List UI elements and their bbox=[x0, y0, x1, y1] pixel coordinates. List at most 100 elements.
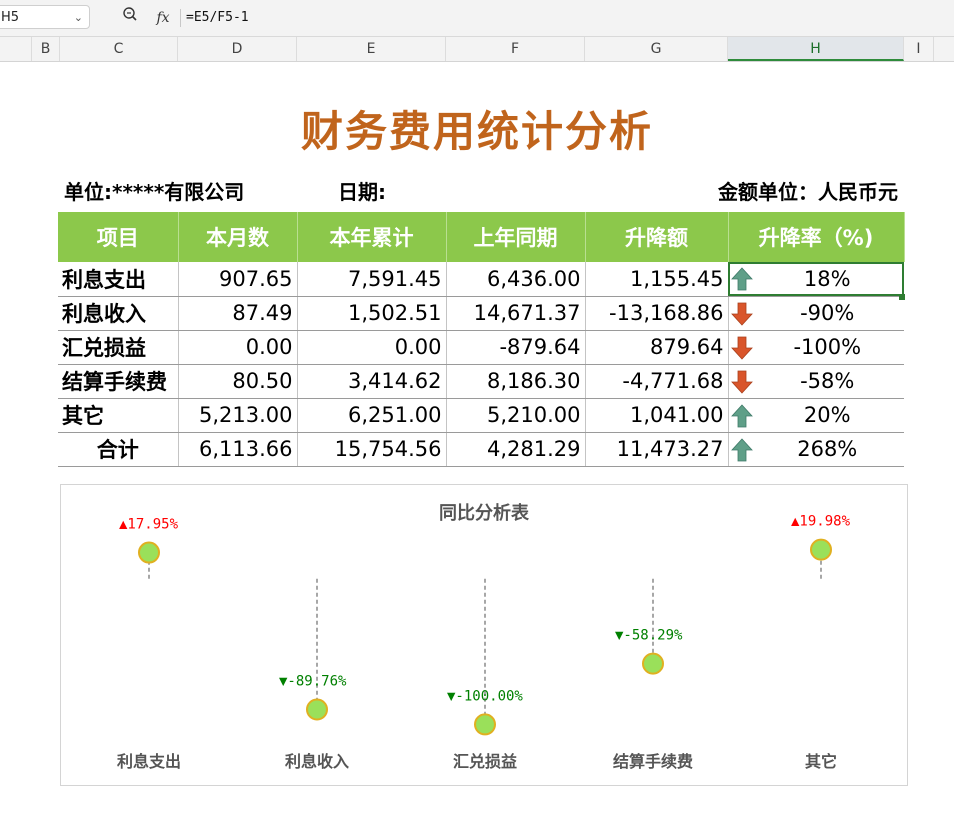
row-item-name[interactable]: 汇兑损益 bbox=[58, 330, 179, 365]
cell-change[interactable]: -13,168.86 bbox=[585, 296, 729, 331]
cell-change[interactable]: 1,155.45 bbox=[585, 262, 729, 297]
row-item-name[interactable]: 结算手续费 bbox=[58, 364, 179, 399]
data-label: ▼-89.76% bbox=[279, 674, 347, 690]
header-rate[interactable]: 升降率（%) bbox=[728, 212, 905, 262]
date-label: 日期: bbox=[338, 180, 386, 204]
data-point-marker bbox=[642, 652, 664, 675]
row-item-name[interactable]: 利息支出 bbox=[58, 262, 179, 297]
name-box[interactable]: H5 ⌄ bbox=[0, 5, 90, 29]
cell-ytd[interactable]: 0.00 bbox=[297, 330, 447, 365]
header-change[interactable]: 升降额 bbox=[585, 212, 729, 262]
finance-table: 项目 本月数 本年累计 上年同期 升降额 升降率（%) 利息支出 907.65 7,… bbox=[58, 212, 905, 467]
data-label: ▲17.95% bbox=[119, 517, 179, 533]
column-header-d[interactable]: D bbox=[178, 37, 297, 61]
arrow-up-icon bbox=[730, 267, 753, 296]
column-header-g[interactable]: G bbox=[585, 37, 728, 61]
data-point-marker bbox=[138, 541, 160, 564]
cell-ytd[interactable]: 15,754.56 bbox=[297, 432, 447, 467]
cell-month[interactable]: 0.00 bbox=[178, 330, 298, 365]
arrow-up-icon bbox=[730, 403, 753, 433]
column-header-f[interactable]: F bbox=[446, 37, 585, 61]
cell-last-year[interactable]: 4,281.29 bbox=[446, 432, 586, 467]
category-label: 结算手续费 bbox=[612, 752, 693, 771]
cell-ytd[interactable]: 3,414.62 bbox=[297, 364, 447, 399]
cell-last-year[interactable]: 6,436.00 bbox=[446, 262, 586, 297]
cell-ytd[interactable]: 6,251.00 bbox=[297, 398, 447, 433]
magnifier-icon[interactable] bbox=[122, 6, 138, 30]
cell-rate[interactable]: -100% bbox=[728, 330, 904, 365]
cell-last-year[interactable]: 8,186.30 bbox=[446, 364, 586, 399]
row-item-name[interactable]: 合计 bbox=[58, 432, 179, 467]
cell-rate[interactable]: 18% bbox=[728, 262, 904, 297]
cell-last-year[interactable]: 5,210.00 bbox=[446, 398, 586, 433]
header-last-year[interactable]: 上年同期 bbox=[446, 212, 586, 262]
data-point-marker bbox=[306, 698, 328, 721]
unit-label: 单位:*****有限公司 bbox=[64, 180, 245, 204]
arrow-up-icon bbox=[730, 437, 753, 467]
column-header-e[interactable]: E bbox=[297, 37, 446, 61]
rate-value: 268% bbox=[797, 437, 858, 461]
cell-rate[interactable]: 20% bbox=[728, 398, 904, 433]
data-point-marker bbox=[810, 538, 832, 561]
data-label: ▼-100.00% bbox=[447, 688, 523, 704]
rate-value: -58% bbox=[800, 369, 855, 393]
cell-last-year[interactable]: -879.64 bbox=[446, 330, 586, 365]
rate-value: -100% bbox=[793, 335, 862, 359]
arrow-down-icon bbox=[730, 302, 753, 331]
formula-input[interactable]: =E5/F5-1 bbox=[186, 6, 249, 30]
yoy-chart[interactable]: 同比分析表 ▲17.95% 利息支出 ▼-89.76% 利息收入 ▼-100.00% 汇兑… bbox=[60, 484, 908, 786]
rate-value: -90% bbox=[800, 301, 855, 325]
arrow-down-icon bbox=[730, 336, 753, 365]
column-header-c[interactable]: C bbox=[60, 37, 178, 61]
data-label: ▼-58.29% bbox=[615, 628, 683, 644]
cell-ytd[interactable]: 7,591.45 bbox=[297, 262, 447, 297]
currency-label: 金额单位：人民币元 bbox=[718, 180, 898, 204]
column-header-b[interactable]: B bbox=[32, 37, 60, 61]
header-ytd[interactable]: 本年累计 bbox=[297, 212, 447, 262]
chart-plot: ▲17.95% 利息支出 ▼-89.76% 利息收入 ▼-100.00% 汇兑损益 ▼-58… bbox=[117, 514, 851, 771]
row-item-name[interactable]: 其它 bbox=[58, 398, 179, 433]
rate-value: 18% bbox=[803, 266, 851, 291]
header-item[interactable]: 项目 bbox=[58, 212, 179, 262]
column-header-blank[interactable] bbox=[0, 37, 32, 61]
category-label: 利息收入 bbox=[285, 752, 349, 771]
name-box-value: H5 bbox=[1, 10, 20, 25]
category-label: 其它 bbox=[805, 752, 837, 771]
cell-rate[interactable]: -90% bbox=[728, 296, 904, 331]
cell-change[interactable]: 11,473.27 bbox=[585, 432, 729, 467]
cell-last-year[interactable]: 14,671.37 bbox=[446, 296, 586, 331]
cell-month[interactable]: 907.65 bbox=[178, 262, 298, 297]
cell-change[interactable]: -4,771.68 bbox=[585, 364, 729, 399]
table-row: 结算手续费 80.50 3,414.62 8,186.30 -4,771.68 -58% bbox=[58, 364, 904, 399]
column-header-h[interactable]: H bbox=[728, 37, 904, 61]
rate-value: 20% bbox=[803, 403, 851, 427]
selection-fill-handle[interactable] bbox=[899, 294, 905, 300]
report-title: 财务费用统计分析 bbox=[300, 107, 653, 156]
function-icon[interactable]: fx bbox=[156, 6, 169, 30]
cell-ytd[interactable]: 1,502.51 bbox=[297, 296, 447, 331]
table-row: 其它 5,213.00 6,251.00 5,210.00 1,041.00 20% bbox=[58, 398, 904, 433]
header-month[interactable]: 本月数 bbox=[178, 212, 298, 262]
cell-change[interactable]: 879.64 bbox=[585, 330, 729, 365]
arrow-down-icon bbox=[730, 370, 753, 399]
cell-month[interactable]: 80.50 bbox=[178, 364, 298, 399]
cell-month[interactable]: 5,213.00 bbox=[178, 398, 298, 433]
formula-bar: H5 ⌄ fx =E5/F5-1 bbox=[0, 0, 954, 37]
chevron-down-icon[interactable]: ⌄ bbox=[74, 6, 83, 30]
table-row: 合计 6,113.66 15,754.56 4,281.29 11,473.27 268% bbox=[58, 432, 904, 467]
column-header-i[interactable]: I bbox=[904, 37, 934, 61]
cell-month[interactable]: 87.49 bbox=[178, 296, 298, 331]
category-label: 利息支出 bbox=[117, 752, 181, 771]
table-row: 利息收入 87.49 1,502.51 14,671.37 -13,168.86 -90% bbox=[58, 296, 904, 331]
data-point-marker bbox=[474, 713, 496, 736]
row-item-name[interactable]: 利息收入 bbox=[58, 296, 179, 331]
cell-rate[interactable]: 268% bbox=[728, 432, 904, 467]
cell-month[interactable]: 6,113.66 bbox=[178, 432, 298, 467]
cell-rate[interactable]: -58% bbox=[728, 364, 904, 399]
table-header-row: 项目 本月数 本年累计 上年同期 升降额 升降率（%) bbox=[58, 212, 905, 262]
category-label: 汇兑损益 bbox=[453, 752, 517, 771]
column-header-row: B C D E F G H I bbox=[0, 37, 954, 62]
cell-change[interactable]: 1,041.00 bbox=[585, 398, 729, 433]
table-row: 利息支出 907.65 7,591.45 6,436.00 1,155.45 18% bbox=[58, 262, 904, 297]
data-label: ▲19.98% bbox=[791, 514, 851, 530]
